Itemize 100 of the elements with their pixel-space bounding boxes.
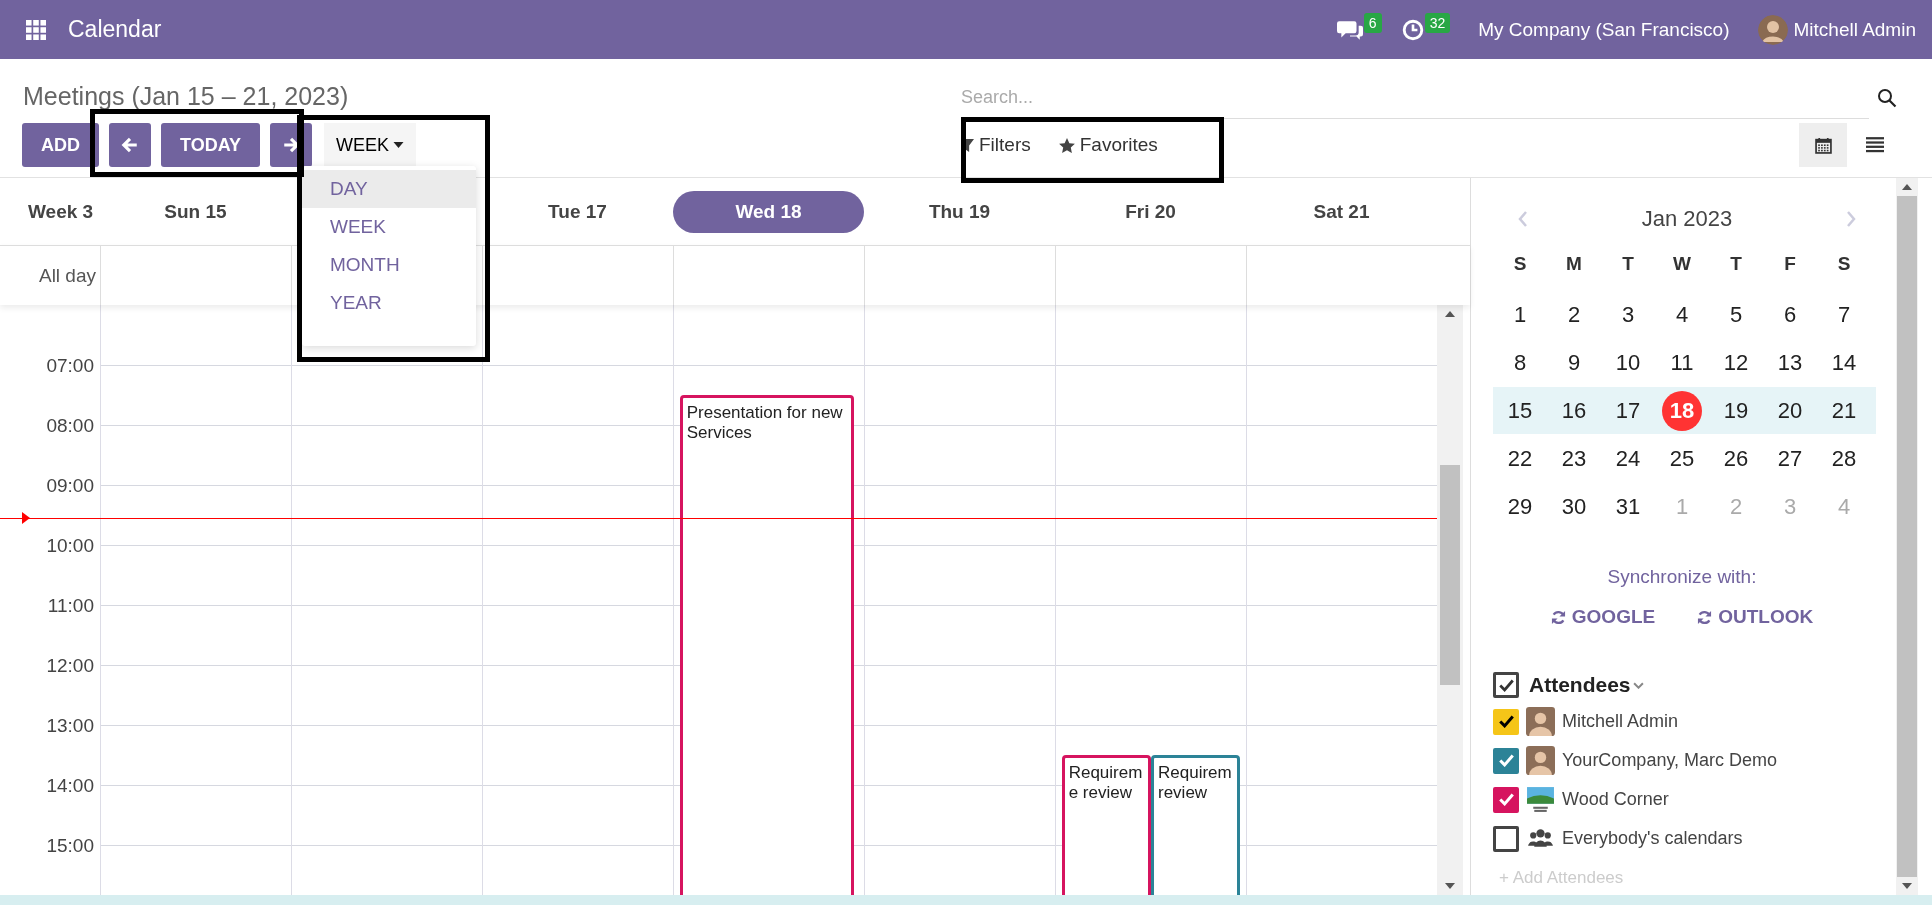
scale-option[interactable]: YEAR xyxy=(302,284,476,322)
avatar-silhouette-icon xyxy=(1526,746,1555,775)
hour-label: 14:00 xyxy=(46,775,94,797)
scroll-down-icon[interactable] xyxy=(1445,883,1455,889)
scroll-up-icon[interactable] xyxy=(1445,311,1455,317)
clock-icon[interactable] xyxy=(1401,18,1424,41)
calendar-view-button[interactable] xyxy=(1799,123,1847,167)
attendee-checkbox[interactable] xyxy=(1493,825,1519,852)
date-cell[interactable]: 24 xyxy=(1608,438,1648,479)
previous-button[interactable] xyxy=(109,123,151,167)
scroll-up-icon[interactable] xyxy=(1902,184,1912,190)
date-cell[interactable]: 11 xyxy=(1662,342,1702,383)
company-switcher[interactable]: My Company (San Francisco) xyxy=(1478,18,1730,41)
user-avatar[interactable] xyxy=(1757,14,1788,45)
date-cell[interactable]: 4 xyxy=(1662,294,1702,335)
checkbox[interactable] xyxy=(1493,672,1519,698)
sync-button[interactable]: OUTLOOK xyxy=(1697,606,1814,628)
day-header[interactable]: Thu 19 xyxy=(864,190,1055,233)
date-cell[interactable]: 28 xyxy=(1824,438,1864,479)
sync-button[interactable]: GOOGLE xyxy=(1550,606,1656,628)
scale-option[interactable]: WEEK xyxy=(302,208,476,246)
scale-option[interactable]: DAY xyxy=(302,170,476,208)
attendees-heading[interactable]: Attendees xyxy=(1529,673,1631,697)
weekday-label: T xyxy=(1729,253,1743,275)
scroll-down-icon[interactable] xyxy=(1902,883,1912,889)
day-header[interactable]: Tue 17 xyxy=(482,190,673,233)
day-header[interactable]: Sat 21 xyxy=(1246,190,1437,233)
attendee-name[interactable]: Wood Corner xyxy=(1562,789,1669,810)
day-header[interactable]: Fri 20 xyxy=(1055,190,1246,233)
hour-label: 13:00 xyxy=(46,715,94,737)
sidebar-scrollbar[interactable] xyxy=(1896,178,1918,895)
date-cell[interactable]: 1 xyxy=(1500,294,1540,335)
date-cell[interactable]: 12 xyxy=(1716,342,1756,383)
scale-option[interactable]: MONTH xyxy=(302,246,476,284)
date-cell[interactable]: 9 xyxy=(1554,342,1594,383)
hour-label: 10:00 xyxy=(46,535,94,557)
date-cell[interactable]: 3 xyxy=(1608,294,1648,335)
checkmark-icon xyxy=(1498,793,1514,806)
apps-menu-icon[interactable] xyxy=(26,19,46,40)
date-cell[interactable]: 17 xyxy=(1608,390,1648,431)
date-cell[interactable]: 20 xyxy=(1770,390,1810,431)
star-icon xyxy=(1058,137,1075,153)
date-cell[interactable]: 26 xyxy=(1716,438,1756,479)
week-row[interactable]: 8 9 10 11 12 13 14 xyxy=(1493,339,1876,386)
date-cell[interactable]: 23 xyxy=(1554,438,1594,479)
date-cell[interactable]: 27 xyxy=(1770,438,1810,479)
sync-label: Synchronize with: xyxy=(1606,566,1758,588)
date-cell[interactable]: 5 xyxy=(1716,294,1756,335)
weekday-label: M xyxy=(1565,253,1583,275)
message-count-badge: 6 xyxy=(1363,12,1382,33)
weekday-label: W xyxy=(1672,253,1692,275)
user-menu[interactable]: Mitchell Admin xyxy=(1793,18,1916,41)
attendee-name[interactable]: YourCompany, Marc Demo xyxy=(1562,750,1778,771)
date-cell[interactable]: 8 xyxy=(1500,342,1540,383)
weekday-label: F xyxy=(1783,253,1797,275)
weekday-label: S xyxy=(1512,253,1528,275)
search-field[interactable]: Search... xyxy=(961,77,1869,119)
attendee-name[interactable]: Everybody's calendars xyxy=(1562,828,1743,849)
date-cell[interactable]: 13 xyxy=(1770,342,1810,383)
filters-button[interactable]: Filters xyxy=(961,134,1031,156)
date-cell[interactable]: 7 xyxy=(1824,294,1864,335)
search-icon[interactable] xyxy=(1877,88,1897,108)
date-cell[interactable]: 25 xyxy=(1662,438,1702,479)
date-cell[interactable]: 21 xyxy=(1824,390,1864,431)
attendee-checkbox[interactable] xyxy=(1493,786,1519,813)
checkmark-icon xyxy=(1498,715,1514,728)
weekday-label: T xyxy=(1621,253,1635,275)
date-cell[interactable]: 31 xyxy=(1608,486,1648,527)
date-cell[interactable]: 16 xyxy=(1554,390,1594,431)
chevron-down-icon[interactable] xyxy=(1632,681,1644,689)
date-cell[interactable]: 15 xyxy=(1500,390,1540,431)
activity-count-badge: 32 xyxy=(1424,12,1451,33)
day-header[interactable]: Wed 18 xyxy=(673,190,864,233)
calendar-event[interactable]: Presentation for new Services xyxy=(679,395,855,895)
date-cell[interactable]: 18 xyxy=(1662,390,1702,431)
app-title[interactable]: Calendar xyxy=(68,16,162,43)
add-button[interactable]: ADD xyxy=(22,123,99,167)
favorites-button[interactable]: Favorites xyxy=(1058,134,1158,156)
checkmark-icon xyxy=(1498,754,1514,767)
attendee-checkbox[interactable] xyxy=(1493,747,1519,774)
date-cell[interactable]: 10 xyxy=(1608,342,1648,383)
today-button[interactable]: TODAY xyxy=(161,123,261,167)
date-cell[interactable]: 2 xyxy=(1554,294,1594,335)
date-cell[interactable]: 30 xyxy=(1554,486,1594,527)
week-row[interactable]: 22 23 24 25 26 27 28 xyxy=(1493,435,1876,482)
scrollbar[interactable] xyxy=(1437,305,1463,895)
date-cell[interactable]: 22 xyxy=(1500,438,1540,479)
calendar-event[interactable]: Requirem review xyxy=(1151,755,1241,895)
attendee-name[interactable]: Mitchell Admin xyxy=(1562,711,1679,732)
week-row[interactable]: 15 16 17 18 19 20 21 xyxy=(1493,387,1876,434)
date-cell[interactable]: 6 xyxy=(1770,294,1810,335)
week-row[interactable]: 29 30 31 1 2 3 4 xyxy=(1493,483,1876,530)
date-cell[interactable]: 29 xyxy=(1500,486,1540,527)
chat-icon[interactable] xyxy=(1336,18,1363,41)
date-cell[interactable]: 14 xyxy=(1824,342,1864,383)
date-cell[interactable]: 19 xyxy=(1716,390,1756,431)
calendar-event[interactable]: Requireme review xyxy=(1061,755,1151,895)
scale-dropdown[interactable]: WEEK xyxy=(324,123,417,167)
week-row[interactable]: 1 2 3 4 5 6 7 xyxy=(1493,291,1876,338)
day-header[interactable]: Sun 15 xyxy=(100,190,291,233)
